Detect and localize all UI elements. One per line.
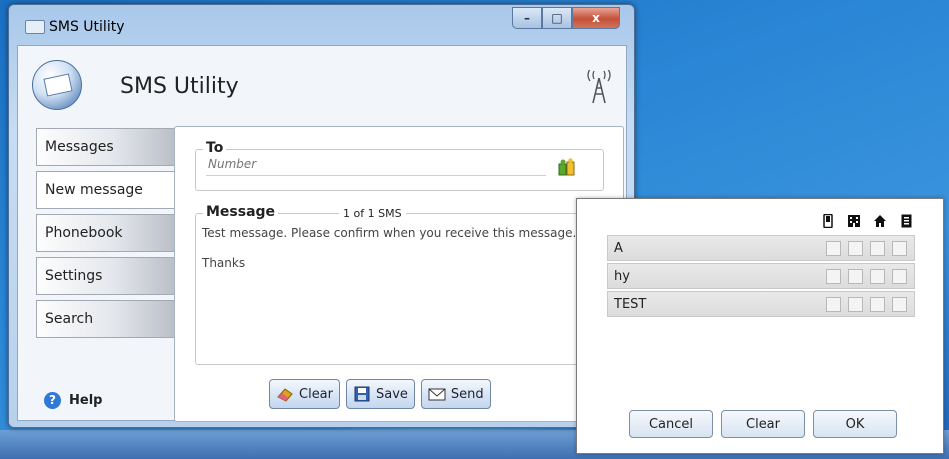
contact-name: A [614,240,623,256]
other-phone-icon [897,213,915,229]
other-checkbox[interactable] [892,240,907,256]
eraser-icon [277,388,293,402]
app-client-area: SMS Utility Messages New message Phonebo… [17,45,627,422]
message-textarea[interactable]: Test message. Please confirm when you re… [200,224,599,353]
home-checkbox[interactable] [870,240,885,256]
clear-label: Clear [299,386,333,402]
home-checkbox[interactable] [870,296,885,312]
envelope-logo-icon [32,60,82,110]
home-icon [871,213,889,229]
dialog-clear-button[interactable]: Clear [721,410,805,438]
maximize-button[interactable]: □ [542,7,572,29]
list-item: hy [607,263,915,289]
compose-actions: Clear Save Send [269,379,497,409]
help-question-icon: ? [44,392,61,409]
recipient-picker-dialog: A hy TEST Cancel Clear OK [576,198,944,454]
app-title: SMS Utility [120,74,239,99]
cancel-button[interactable]: Cancel [629,410,713,438]
close-button[interactable]: x [572,7,620,29]
send-button[interactable]: Send [420,379,491,409]
contacts-icon[interactable] [558,158,576,176]
title-bar[interactable]: SMS Utility – □ x [9,5,634,45]
app-envelope-icon [25,20,45,34]
office-building-icon [845,213,863,229]
floppy-disk-icon [354,386,370,402]
work-checkbox[interactable] [848,296,863,312]
save-button[interactable]: Save [346,379,415,409]
number-input[interactable] [206,153,546,176]
work-checkbox[interactable] [848,268,863,284]
window-controls: – □ x [512,7,620,29]
mobile-checkbox[interactable] [826,268,841,284]
new-message-panel: To Test message. Please confirm when you… [174,126,624,422]
ok-button[interactable]: OK [813,410,897,438]
to-label: To [203,140,227,156]
phone-type-header [811,213,915,229]
tab-new-message[interactable]: New message [36,171,185,209]
sms-counter: 1 of 1 SMS [339,207,406,220]
window-title: SMS Utility [49,19,125,35]
send-label: Send [450,386,484,402]
sms-utility-window: SMS Utility – □ x SMS Utility Messages N… [8,4,635,428]
envelope-icon [428,388,446,401]
contact-name: TEST [614,296,647,312]
clear-button[interactable]: Clear [269,379,340,409]
contact-name: hy [614,268,630,284]
list-item: A [607,235,915,261]
mobile-checkbox[interactable] [826,240,841,256]
mobile-checkbox[interactable] [826,296,841,312]
tab-search[interactable]: Search [36,300,176,338]
mobile-phone-icon [819,213,837,229]
help-link[interactable]: ? Help [44,392,102,409]
tab-settings[interactable]: Settings [36,257,176,295]
signal-tower-icon [587,70,611,104]
save-label: Save [376,386,408,402]
contact-list: A hy TEST [607,235,915,319]
home-checkbox[interactable] [870,268,885,284]
dialog-actions: Cancel Clear OK [629,410,905,438]
work-checkbox[interactable] [848,240,863,256]
nav-tabs: Messages New message Phonebook Settings … [36,128,185,343]
help-label: Help [69,393,103,408]
to-group [195,149,604,191]
other-checkbox[interactable] [892,296,907,312]
tab-messages[interactable]: Messages [36,128,176,166]
other-checkbox[interactable] [892,268,907,284]
message-label: Message [203,204,279,220]
tab-phonebook[interactable]: Phonebook [36,214,176,252]
message-group: Test message. Please confirm when you re… [195,213,604,365]
list-item: TEST [607,291,915,317]
minimize-button[interactable]: – [512,7,542,29]
